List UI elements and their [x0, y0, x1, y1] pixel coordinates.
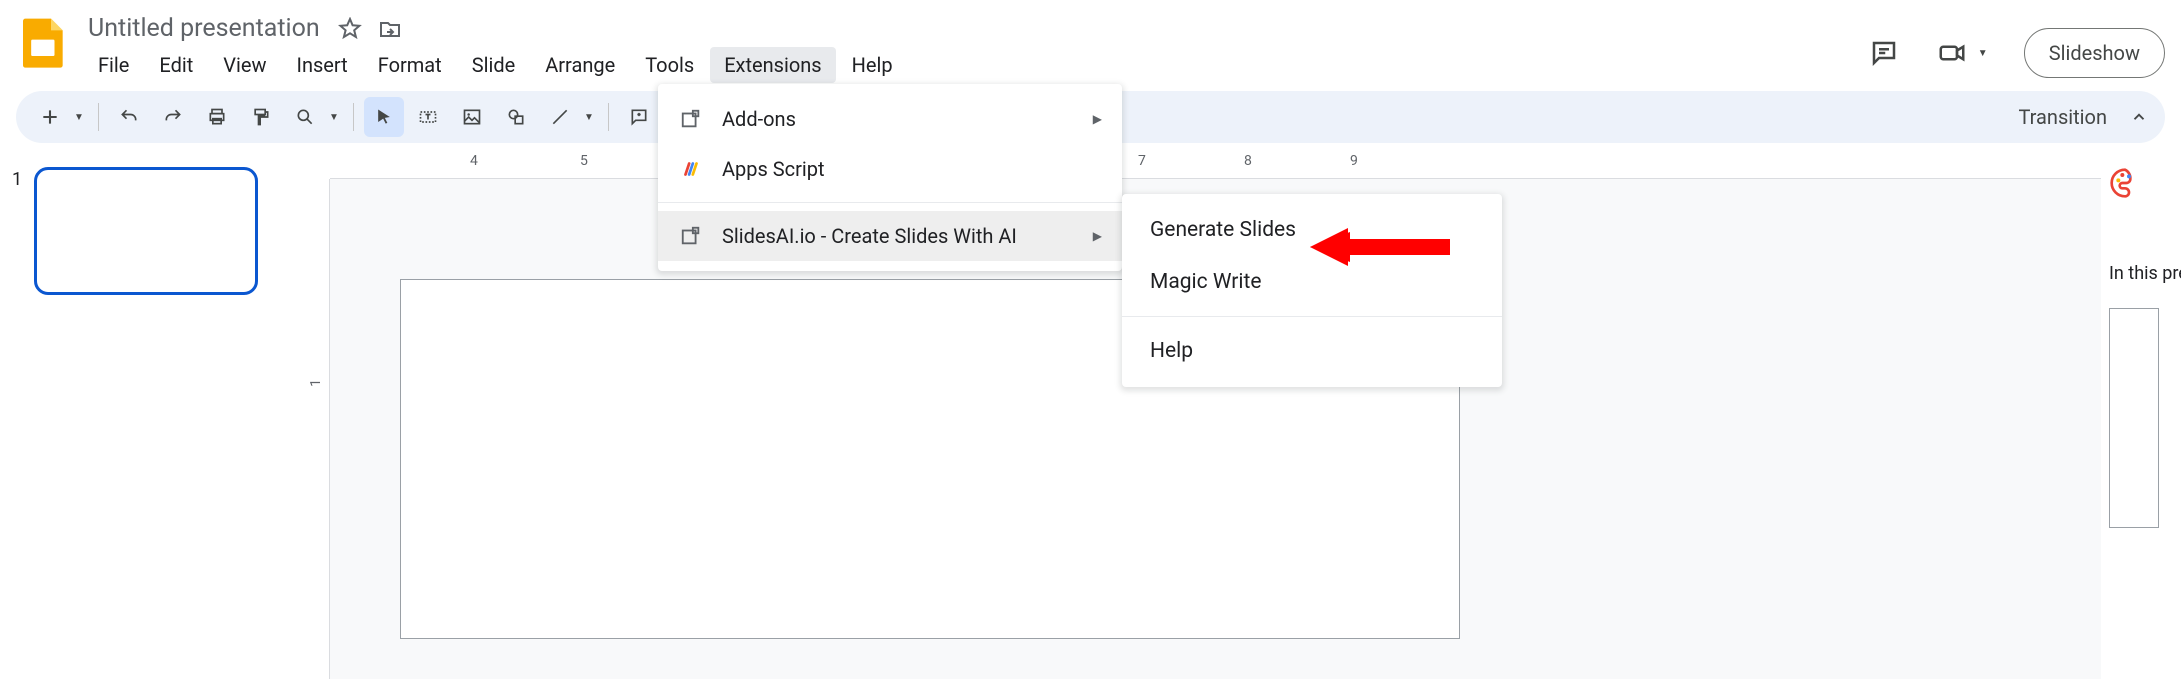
menu-format[interactable]: Format — [364, 47, 456, 83]
menu-slide[interactable]: Slide — [458, 47, 530, 83]
ruler-label: 7 — [1138, 153, 1146, 169]
addon-icon — [678, 106, 704, 132]
slide-panel: 1 — [0, 151, 300, 679]
zoom-button[interactable] — [285, 97, 325, 137]
slidesai-submenu: Generate Slides Magic Write Help — [1122, 194, 1502, 387]
menu-view[interactable]: View — [209, 47, 280, 83]
document-title[interactable]: Untitled presentation — [84, 12, 324, 45]
header: Untitled presentation File Edit View Ins… — [0, 0, 2181, 83]
redo-button[interactable] — [153, 97, 193, 137]
dropdown-item-label: Apps Script — [722, 157, 825, 181]
star-icon[interactable] — [336, 15, 364, 43]
slide-number: 1 — [12, 167, 22, 295]
menu-help[interactable]: Help — [838, 47, 907, 83]
slideshow-button[interactable]: Slideshow — [2024, 28, 2165, 78]
divider — [98, 103, 99, 131]
ruler-label: 4 — [470, 153, 478, 169]
menu-insert[interactable]: Insert — [283, 47, 362, 83]
dropdown-item-addons[interactable]: Add-ons ▶ — [658, 94, 1122, 144]
dropdown-item-apps-script[interactable]: Apps Script — [658, 144, 1122, 194]
new-slide-button[interactable] — [30, 97, 70, 137]
record-icon[interactable] — [1934, 35, 1970, 71]
chevron-right-icon: ▶ — [1093, 112, 1102, 126]
menu-extensions[interactable]: Extensions — [710, 47, 835, 83]
slide-thumbnail-row: 1 — [12, 167, 288, 295]
vertical-ruler: 1 — [302, 179, 330, 679]
line-dropdown-icon[interactable]: ▼ — [580, 112, 598, 123]
theme-preview[interactable] — [2109, 308, 2159, 528]
dropdown-item-label: Add-ons — [722, 107, 796, 131]
undo-button[interactable] — [109, 97, 149, 137]
ruler-label: 8 — [1244, 153, 1252, 169]
extensions-dropdown: Add-ons ▶ Apps Script SlidesAI.io - Crea… — [658, 84, 1122, 271]
submenu-magic-write[interactable]: Magic Write — [1122, 256, 1502, 308]
transition-button[interactable]: Transition — [2002, 97, 2123, 137]
menu-arrange[interactable]: Arrange — [531, 47, 629, 83]
ruler-label: 9 — [1350, 153, 1358, 169]
divider — [353, 103, 354, 131]
menu-edit[interactable]: Edit — [145, 47, 207, 83]
move-icon[interactable] — [376, 15, 404, 43]
select-tool-button[interactable] — [364, 97, 404, 137]
textbox-button[interactable] — [408, 97, 448, 137]
submenu-help[interactable]: Help — [1122, 325, 1502, 377]
right-panel-text: In this presentation — [2109, 263, 2173, 284]
line-button[interactable] — [540, 97, 580, 137]
paint-format-button[interactable] — [241, 97, 281, 137]
menu-tools[interactable]: Tools — [631, 47, 708, 83]
image-button[interactable] — [452, 97, 492, 137]
zoom-dropdown-icon[interactable]: ▼ — [325, 112, 343, 123]
theme-palette-icon[interactable] — [2109, 167, 2145, 203]
addon-icon — [678, 223, 704, 249]
ruler-label: 1 — [308, 379, 324, 387]
comment-button[interactable] — [619, 97, 659, 137]
dropdown-item-slidesai[interactable]: SlidesAI.io - Create Slides With AI ▶ — [658, 211, 1122, 261]
title-area: Untitled presentation File Edit View Ins… — [84, 8, 1866, 83]
right-panel: In this presentation — [2101, 151, 2181, 679]
horizontal-ruler: 4 5 7 8 9 — [330, 151, 2101, 179]
slide-thumbnail[interactable] — [34, 167, 258, 295]
record-dropdown-icon[interactable]: ▼ — [1974, 48, 1992, 59]
chevron-up-icon[interactable] — [2127, 105, 2151, 129]
chevron-right-icon: ▶ — [1093, 229, 1102, 243]
ruler-label: 5 — [580, 153, 588, 169]
slides-logo-icon — [16, 14, 72, 70]
menu-file[interactable]: File — [84, 47, 143, 83]
shape-button[interactable] — [496, 97, 536, 137]
apps-script-icon — [678, 156, 704, 182]
print-button[interactable] — [197, 97, 237, 137]
dropdown-item-label: SlidesAI.io - Create Slides With AI — [722, 224, 1017, 248]
divider — [608, 103, 609, 131]
divider — [658, 202, 1122, 203]
comments-icon[interactable] — [1866, 35, 1902, 71]
submenu-generate-slides[interactable]: Generate Slides — [1122, 204, 1502, 256]
header-right: ▼ Slideshow — [1866, 8, 2165, 78]
menubar: File Edit View Insert Format Slide Arran… — [84, 47, 1866, 83]
new-slide-dropdown-icon[interactable]: ▼ — [70, 112, 88, 123]
divider — [1122, 316, 1502, 317]
